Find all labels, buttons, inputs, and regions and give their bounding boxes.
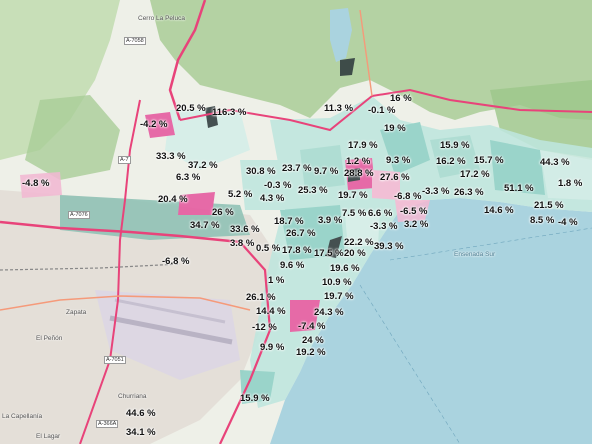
percentage-label: 30.8 % (246, 166, 276, 177)
percentage-label: 9.7 % (314, 166, 339, 177)
percentage-label: 16.2 % (436, 156, 466, 167)
percentage-label: 19 % (384, 123, 406, 134)
road-ref: A-7076 (68, 211, 90, 220)
percentage-label: 1 % (268, 275, 285, 286)
percentage-label: 9.6 % (280, 260, 305, 271)
percentage-label: 19.7 % (338, 190, 368, 201)
percentage-label: 116.3 % (212, 107, 247, 118)
percentage-label: 4.3 % (260, 193, 285, 204)
place-label: Ensenada Sur (454, 251, 496, 258)
percentage-label: -6.5 % (400, 206, 428, 217)
place-label: El Lagar (36, 433, 61, 440)
percentage-label: -6.8 % (162, 256, 190, 267)
percentage-label: -0.3 % (264, 180, 292, 191)
percentage-label: -0.1 % (368, 105, 396, 116)
percentage-label: -3.3 % (422, 186, 450, 197)
percentage-label: 9.9 % (260, 342, 285, 353)
place-label: Cerro La Peluca (138, 15, 185, 22)
percentage-label: 3.2 % (404, 219, 429, 230)
percentage-label: -4.2 % (140, 119, 168, 130)
percentage-label: 1.2 % (346, 156, 371, 167)
percentage-label: 17.8 % (282, 245, 312, 256)
percentage-label: 6.6 % (368, 208, 393, 219)
percentage-label: 18.7 % (274, 216, 304, 227)
percentage-label: 44.3 % (540, 157, 570, 168)
road-ref: A-7058 (124, 37, 146, 46)
percentage-label: 20.4 % (158, 194, 188, 205)
percentage-label: 25.3 % (298, 185, 328, 196)
place-label: El Peñón (36, 335, 63, 342)
place-label: Zapata (66, 309, 87, 316)
percentage-label: 33.6 % (230, 224, 260, 235)
percentage-label: 34.7 % (190, 220, 220, 231)
percentage-label: 19.6 % (330, 263, 360, 274)
percentage-label: 24 % (302, 335, 324, 346)
percentage-label: 27.6 % (380, 172, 410, 183)
percentage-label: 3.9 % (318, 215, 343, 226)
percentage-label: 22.2 % (344, 237, 374, 248)
percentage-label: 1.8 % (558, 178, 583, 189)
map-canvas[interactable]: Cerro La Peluca Zapata El Peñón Churrian… (0, 0, 592, 444)
percentage-label: 14.6 % (484, 205, 514, 216)
road-ref: A-7 (118, 156, 131, 165)
road-ref: A-7051 (104, 356, 126, 365)
percentage-label: 15.9 % (240, 393, 270, 404)
percentage-label: 6.3 % (176, 172, 201, 183)
percentage-label: 17.9 % (348, 140, 378, 151)
percentage-label: 34.1 % (126, 427, 156, 438)
percentage-label: 26.7 % (286, 228, 316, 239)
percentage-label: 26 % (212, 207, 234, 218)
percentage-label: 51.1 % (504, 183, 534, 194)
percentage-label: 17.2 % (460, 169, 490, 180)
percentage-label: 8.5 % (530, 215, 555, 226)
percentage-label: 26.1 % (246, 292, 276, 303)
percentage-label: 3.8 % (230, 238, 255, 249)
place-label: La Capellanía (2, 413, 43, 420)
percentage-label: 19.7 % (324, 291, 354, 302)
percentage-label: 44.6 % (126, 408, 156, 419)
percentage-label: -4.8 % (22, 178, 50, 189)
percentage-label: 33.3 % (156, 151, 186, 162)
percentage-label: -3.3 % (370, 221, 398, 232)
place-label: Churriana (118, 393, 147, 400)
percentage-label: -6.8 % (394, 191, 422, 202)
percentage-label: 10.9 % (322, 277, 352, 288)
percentage-label: -4 % (558, 217, 578, 228)
percentage-label: 9.3 % (386, 155, 411, 166)
percentage-label: 28.8 % (344, 168, 374, 179)
road-ref: A-366A (96, 420, 119, 429)
percentage-label: 39.3 % (374, 241, 404, 252)
percentage-label: 5.2 % (228, 189, 253, 200)
percentage-label: 20 % (344, 248, 366, 259)
percentage-label: -12 % (252, 322, 277, 333)
percentage-label: 7.5 % (342, 208, 367, 219)
percentage-label: 20.5 % (176, 103, 206, 114)
percentage-label: 23.7 % (282, 163, 312, 174)
percentage-label: 19.2 % (296, 347, 326, 358)
percentage-label: 14.4 % (256, 306, 286, 317)
percentage-label: 15.9 % (440, 140, 470, 151)
percentage-label: -7.4 % (298, 321, 326, 332)
percentage-label: 21.5 % (534, 200, 564, 211)
percentage-label: 24.3 % (314, 307, 344, 318)
percentage-label: 17.5 % (314, 248, 344, 259)
percentage-label: 37.2 % (188, 160, 218, 171)
percentage-label: 16 % (390, 93, 412, 104)
percentage-label: 0.5 % (256, 243, 281, 254)
percentage-label: 15.7 % (474, 155, 504, 166)
percentage-label: 26.3 % (454, 187, 484, 198)
percentage-label: 11.3 % (324, 103, 354, 114)
